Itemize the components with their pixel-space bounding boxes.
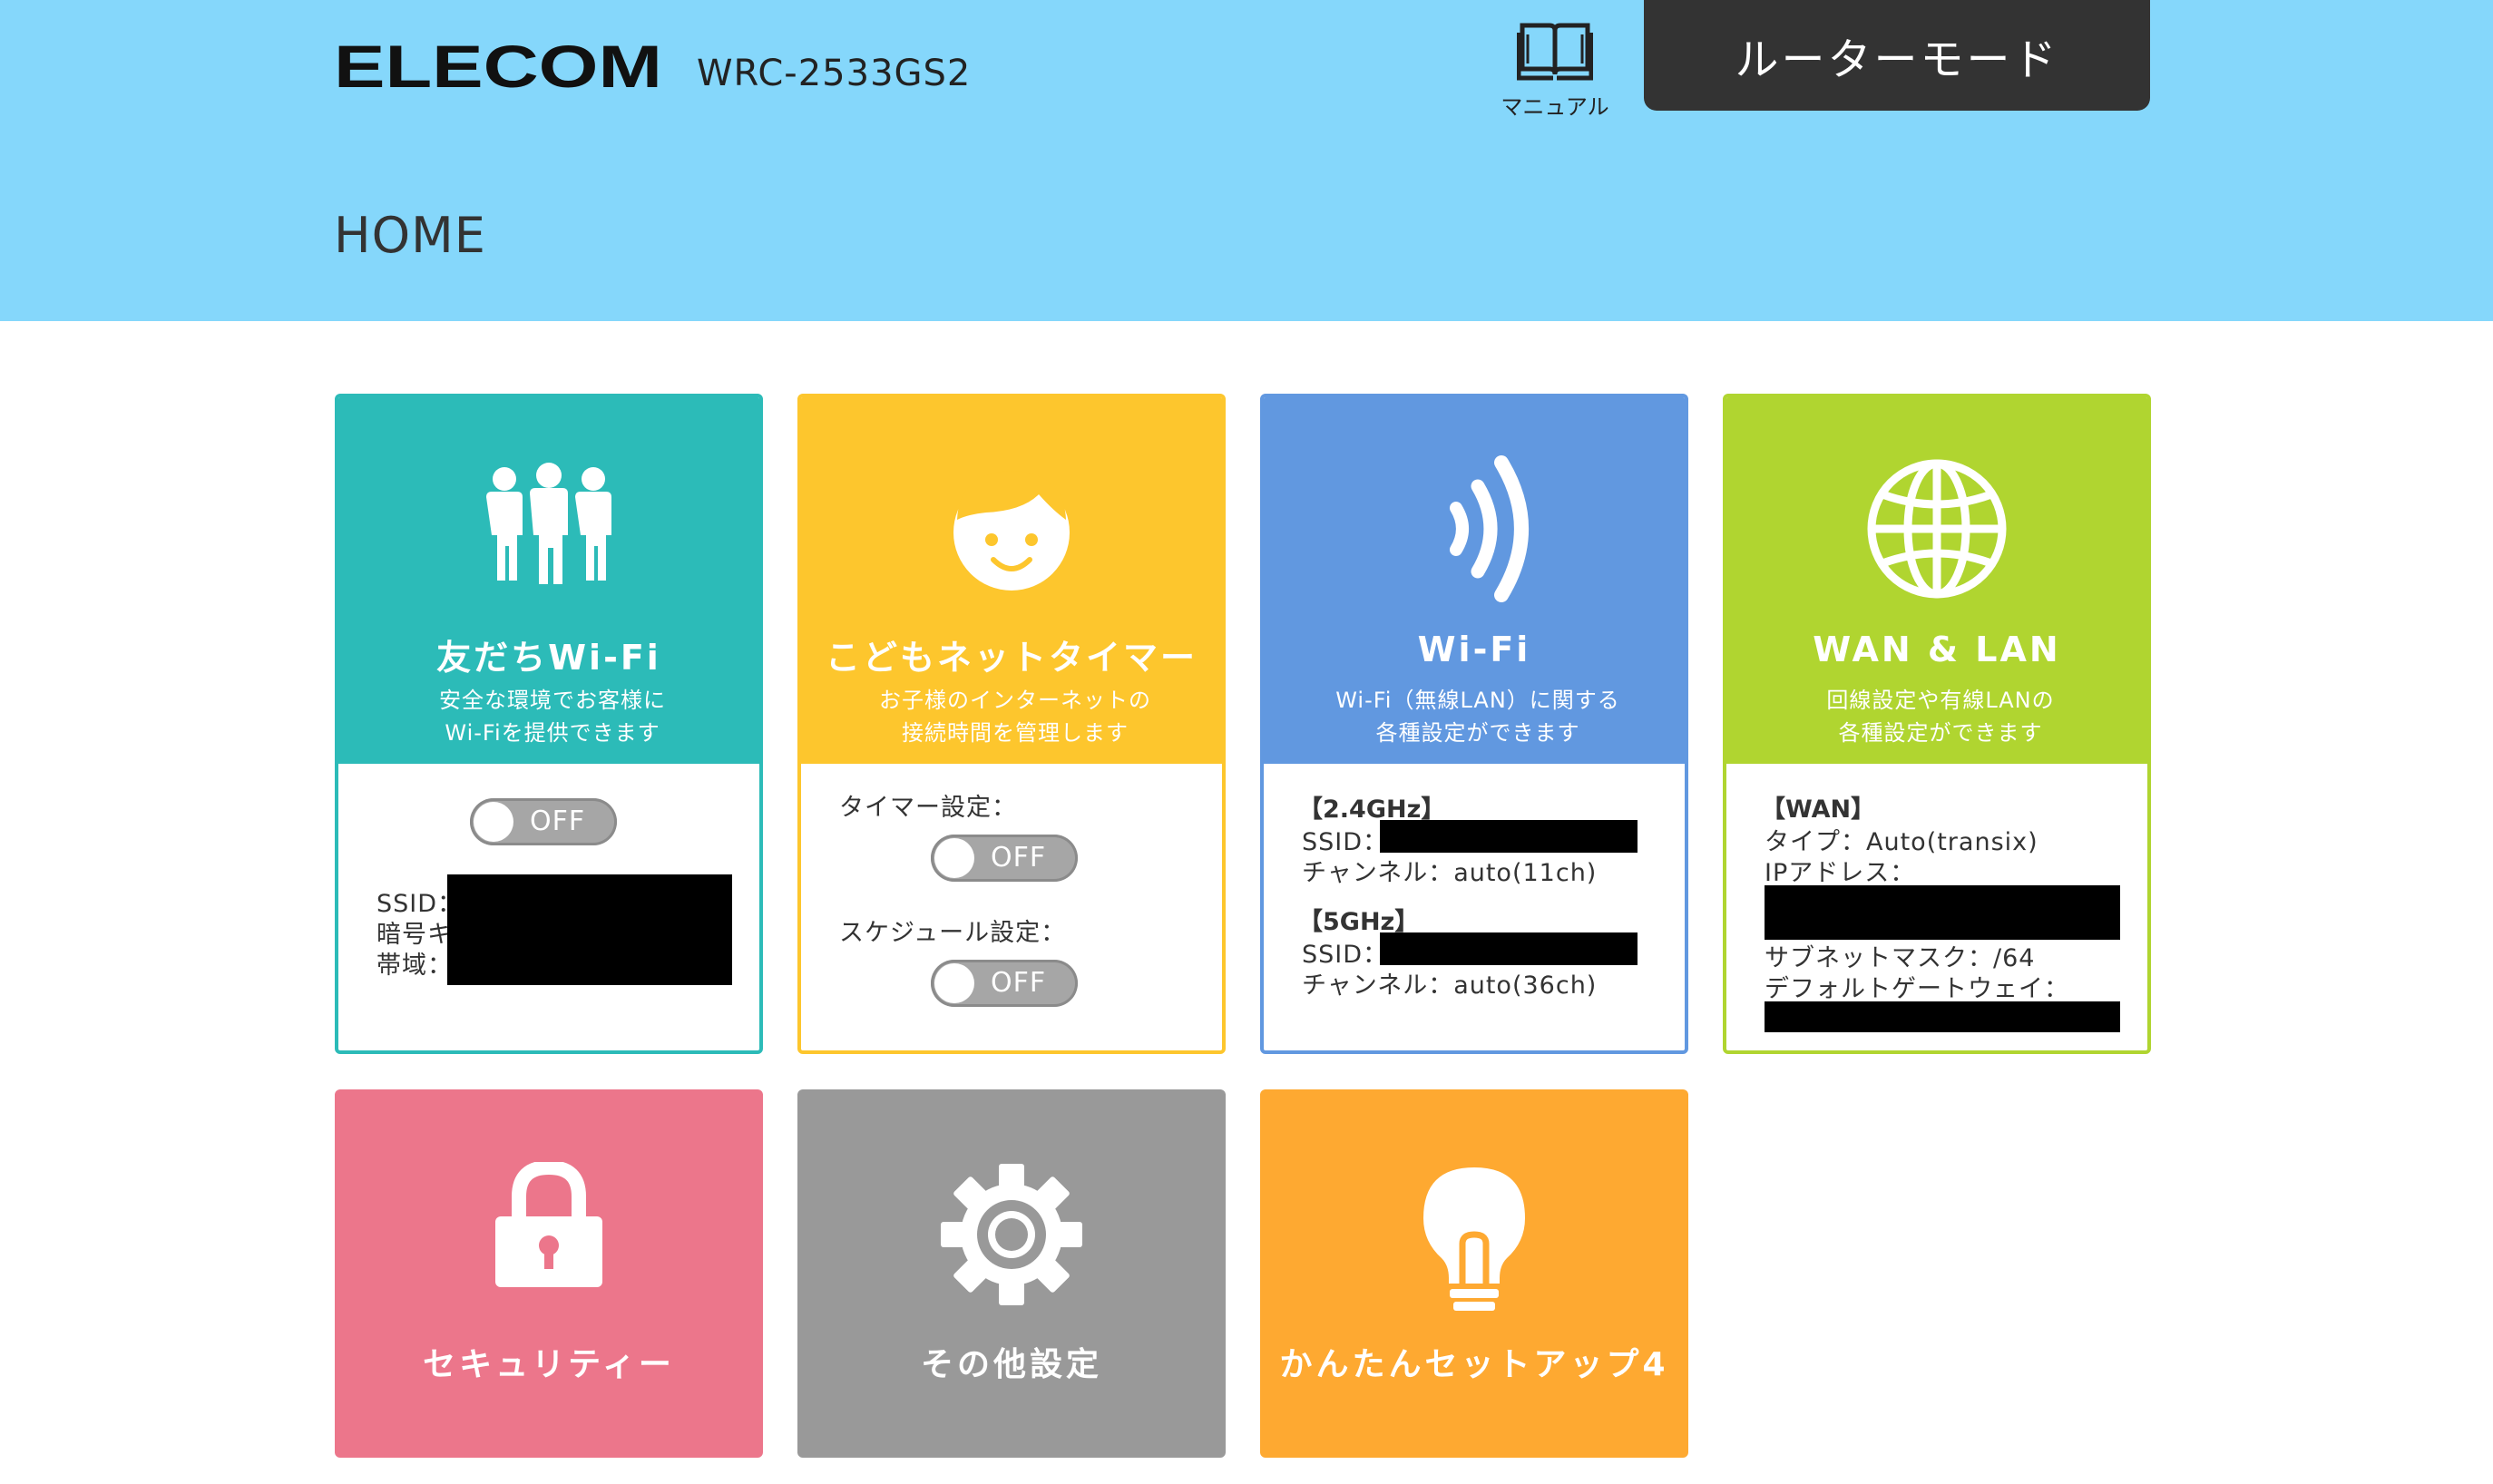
toggle-label: OFF <box>991 842 1047 874</box>
tile-kids-timer-header[interactable]: こどもネットタイマー お子様のインターネットの 接続時間を管理します <box>801 397 1222 764</box>
header-bar: ELECOM WRC-2533GS2 マニュアル ルーターモード HOME <box>0 0 2493 321</box>
tile-description: 安全な環境でお客様に Wi-Fiを提供できます <box>366 684 739 749</box>
tile-title: その他設定 <box>920 1346 1102 1383</box>
manual-button[interactable]: マニュアル <box>1491 13 1618 120</box>
child-face-icon <box>801 452 1222 606</box>
tile-security[interactable]: セキュリティー <box>335 1089 763 1458</box>
globe-icon <box>1726 452 2147 606</box>
schedule-label: スケジュール設定： <box>839 919 1067 947</box>
elecom-logo[interactable]: ELECOM <box>334 38 662 96</box>
page-title: HOME <box>334 207 486 264</box>
redacted-block <box>1765 1001 2120 1032</box>
timer-label: タイマー設定： <box>839 794 1017 822</box>
tile-wifi-header[interactable]: Wi-Fi Wi-Fi（無線LAN）に関する 各種設定ができます <box>1264 397 1685 764</box>
model-name: WRC-2533GS2 <box>697 53 972 94</box>
tile-friend-wifi-header[interactable]: 友だちWi-Fi 安全な環境でお客様に Wi-Fiを提供できます <box>338 397 759 764</box>
tile-wifi[interactable]: Wi-Fi Wi-Fi（無線LAN）に関する 各種設定ができます 【2.4GHz… <box>1260 394 1688 1054</box>
tile-title: かんたんセットアップ4 <box>1279 1346 1669 1383</box>
desc-line: 各種設定ができます <box>1375 720 1580 746</box>
tile-description: お子様のインターネットの 接続時間を管理します <box>828 684 1202 749</box>
tile-title: こどもネットタイマー <box>825 638 1198 678</box>
toggle-knob <box>934 838 974 878</box>
tile-wan-lan-body: 【WAN】 タイプ：Auto(transix) IPアドレス： サブネットマスク… <box>1726 764 2147 1050</box>
desc-line: お子様のインターネットの <box>879 688 1151 713</box>
tile-description: 回線設定や有線LANの 各種設定ができます <box>1754 684 2127 749</box>
lightbulb-icon <box>1260 1162 1688 1311</box>
manual-label: マニュアル <box>1501 94 1609 120</box>
band-label: 帯域： <box>376 952 453 980</box>
tile-title: Wi-Fi <box>1417 630 1531 669</box>
tile-description: Wi-Fi（無線LAN）に関する 各種設定ができます <box>1291 684 1665 749</box>
timer-toggle[interactable]: OFF <box>931 835 1078 882</box>
toggle-label: OFF <box>530 805 586 837</box>
tile-wifi-body: 【2.4GHz】 SSID： チャンネル：auto(11ch) 【5GHz】 S… <box>1264 764 1685 1050</box>
desc-line: 回線設定や有線LANの <box>1826 688 2055 713</box>
wifi-signal-icon <box>1264 452 1685 606</box>
tile-friend-wifi[interactable]: 友だちWi-Fi 安全な環境でお客様に Wi-Fiを提供できます OFF SSI… <box>335 394 763 1054</box>
channel-5: チャンネル：auto(36ch) <box>1302 971 1598 1000</box>
redacted-block <box>1380 820 1638 853</box>
wan-title: 【WAN】 <box>1761 796 1876 824</box>
toggle-label: OFF <box>991 967 1047 999</box>
tile-friend-wifi-body: OFF SSID： 暗号キ 帯域： <box>338 764 759 1050</box>
tile-title: セキュリティー <box>423 1346 675 1383</box>
tile-kids-timer-body: タイマー設定： OFF スケジュール設定： OFF <box>801 764 1222 1050</box>
desc-line: Wi-Fiを提供できます <box>445 720 660 746</box>
book-icon <box>1517 23 1593 81</box>
gear-icon <box>797 1162 1226 1307</box>
svg-text:ELECOM: ELECOM <box>334 38 662 96</box>
redacted-block <box>1765 885 2120 940</box>
schedule-toggle[interactable]: OFF <box>931 960 1078 1007</box>
tile-wan-lan[interactable]: WAN & LAN 回線設定や有線LANの 各種設定ができます 【WAN】 タイ… <box>1723 394 2151 1054</box>
desc-line: 安全な環境でお客様に <box>439 688 666 713</box>
tile-easy-setup[interactable]: かんたんセットアップ4 <box>1260 1089 1688 1458</box>
toggle-knob <box>474 802 513 842</box>
friend-wifi-toggle[interactable]: OFF <box>470 798 617 845</box>
channel-24: チャンネル：auto(11ch) <box>1302 859 1598 887</box>
people-icon <box>338 452 759 606</box>
lock-icon <box>335 1162 763 1307</box>
desc-line: 各種設定ができます <box>1838 720 2043 746</box>
ip-label: IPアドレス： <box>1765 859 1916 887</box>
tile-other-settings[interactable]: その他設定 <box>797 1089 1226 1458</box>
tile-title: 友だちWi-Fi <box>436 638 661 678</box>
router-mode-tab[interactable]: ルーターモード <box>1644 0 2150 111</box>
tile-kids-timer[interactable]: こどもネットタイマー お子様のインターネットの 接続時間を管理します タイマー設… <box>797 394 1226 1054</box>
tile-wan-lan-header[interactable]: WAN & LAN 回線設定や有線LANの 各種設定ができます <box>1726 397 2147 764</box>
gateway-label: デフォルトゲートウェイ： <box>1765 975 2069 1003</box>
tile-title: WAN & LAN <box>1813 630 2061 669</box>
redacted-block <box>1380 932 1638 965</box>
desc-line: 接続時間を管理します <box>902 720 1129 746</box>
redacted-block <box>447 874 732 985</box>
toggle-knob <box>934 963 974 1003</box>
desc-line: Wi-Fi（無線LAN）に関する <box>1335 688 1620 713</box>
